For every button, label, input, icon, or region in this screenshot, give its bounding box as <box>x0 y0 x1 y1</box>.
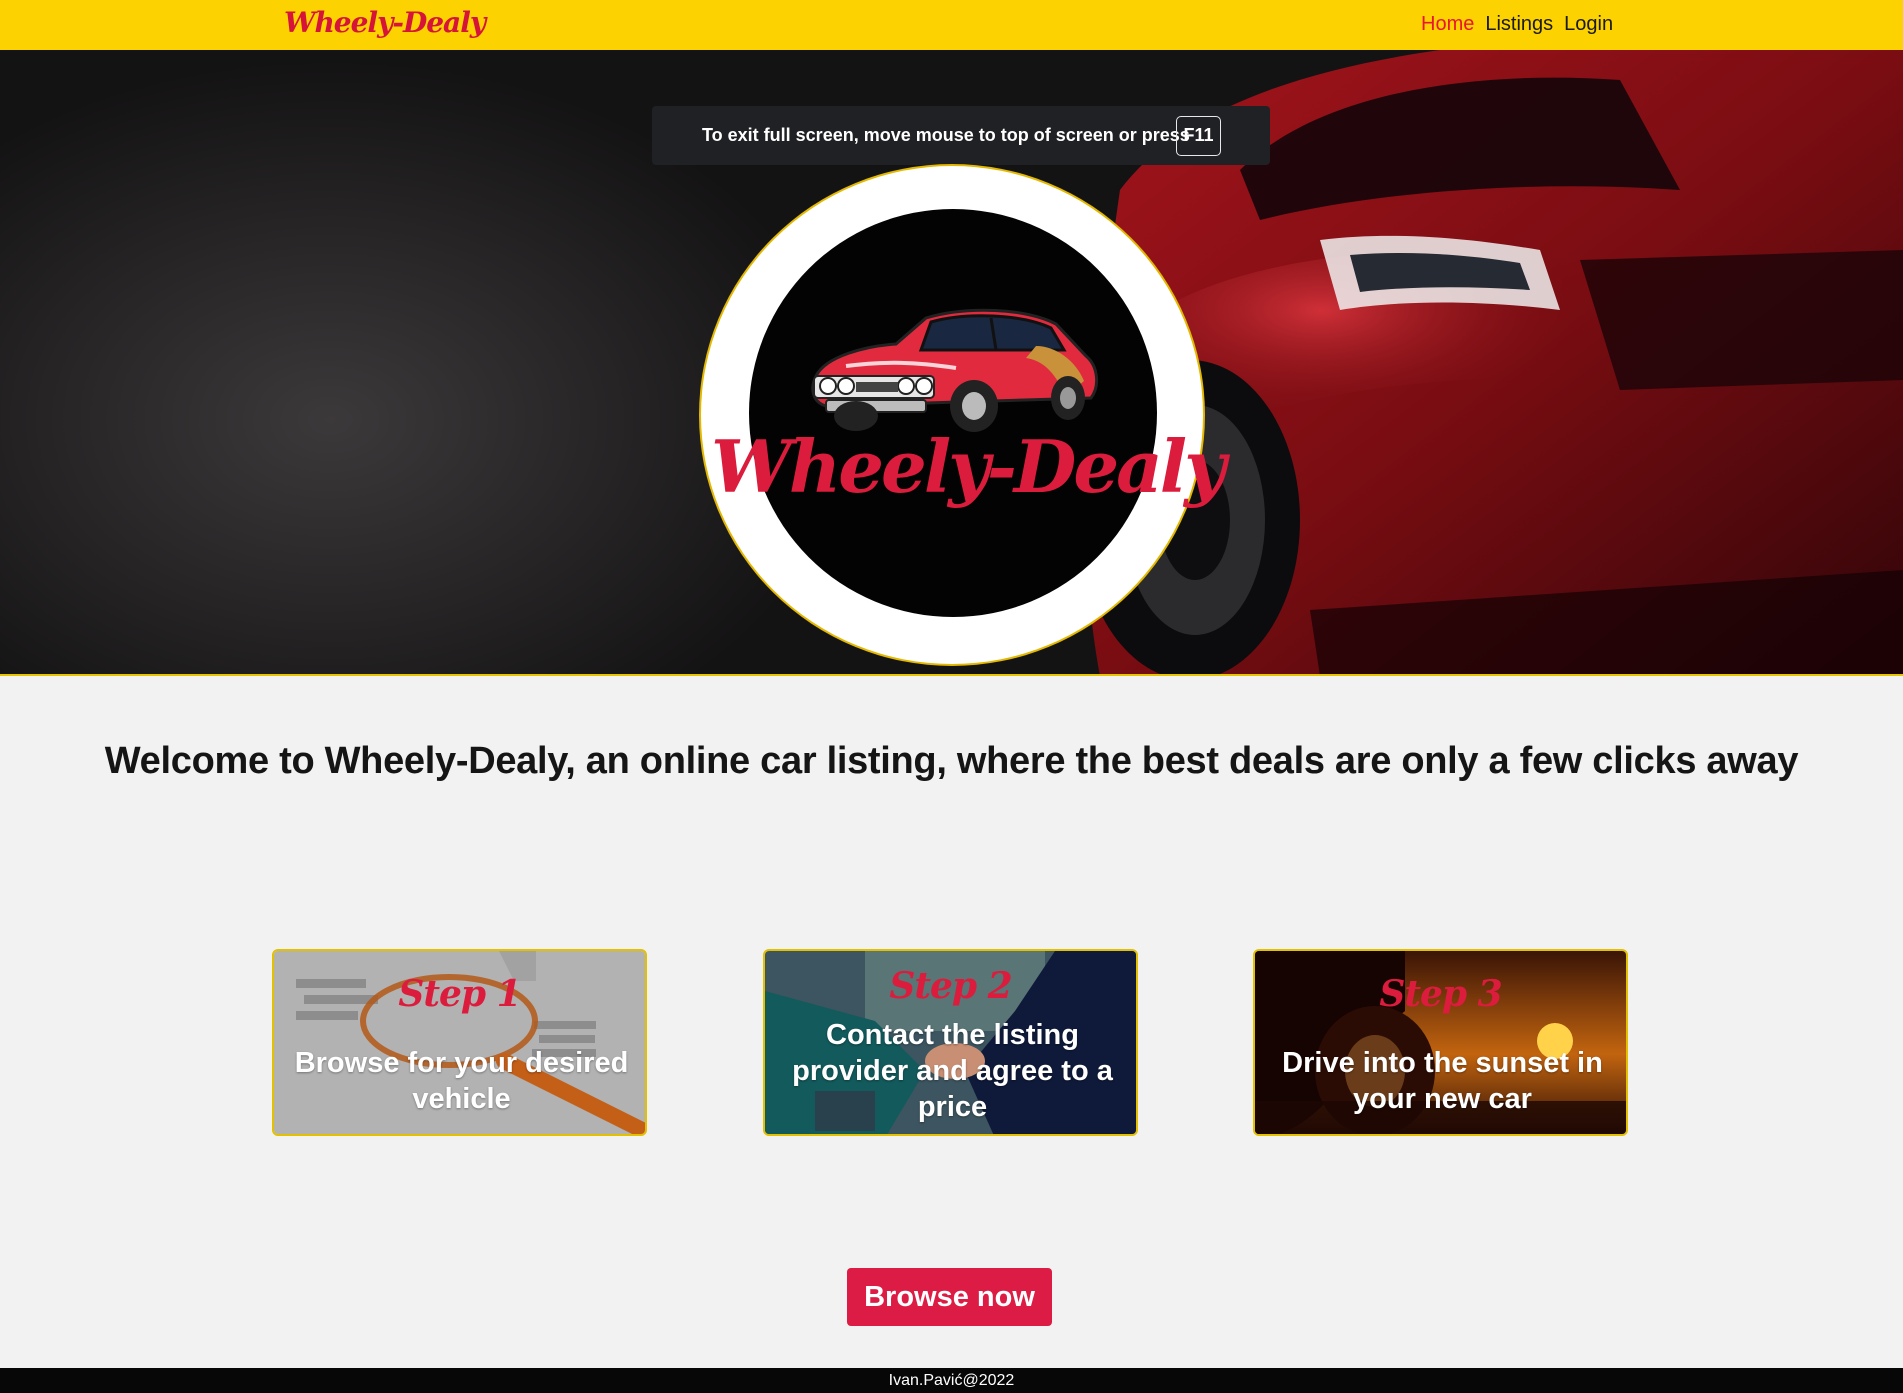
step-1-description: Browse for your desired vehicle <box>294 1047 629 1115</box>
step-card-1: Step 1 Browse for your desired vehicle <box>272 949 647 1136</box>
step-2-label: Step 2 <box>889 965 1012 1007</box>
step-3-label: Step 3 <box>1379 973 1502 1015</box>
fullscreen-message: To exit full screen, move mouse to top o… <box>702 125 1190 145</box>
hero-banner: To exit full screen, move mouse to top o… <box>0 50 1903 676</box>
browse-now-button[interactable]: Browse now <box>847 1268 1052 1326</box>
footer: Ivan.Pavić@2022 <box>0 1368 1903 1393</box>
hero-logo-text: Wheely-Dealy <box>711 424 1226 509</box>
brand-logo-link[interactable]: Wheely-Dealy <box>284 6 486 39</box>
f11-key: F11 <box>1176 116 1221 156</box>
muscle-car-icon <box>811 308 1099 432</box>
step-card-3: Step 3 Drive into the sunset in your new… <box>1253 949 1628 1136</box>
nav-link-listings[interactable]: Listings <box>1485 13 1553 36</box>
nav-links: Home Listings Login <box>1421 13 1613 36</box>
navbar: Wheely-Dealy Home Listings Login <box>0 0 1903 50</box>
welcome-heading: Welcome to Wheely-Dealy, an online car l… <box>104 740 1799 782</box>
footer-copyright: Ivan.Pavić@2022 <box>888 1372 1015 1389</box>
nav-link-home[interactable]: Home <box>1421 13 1474 36</box>
step-card-2: Step 2 Contact the listing provider and … <box>763 949 1138 1136</box>
step-3-description: Drive into the sunset in your new car <box>1282 1047 1603 1115</box>
nav-link-login[interactable]: Login <box>1564 13 1613 36</box>
hero-logo: Wheely-Dealy <box>699 164 1226 666</box>
step-1-label: Step 1 <box>398 973 521 1015</box>
fullscreen-toast: To exit full screen, move mouse to top o… <box>652 106 1270 165</box>
step-2-description: Contact the listing provider and agree t… <box>792 1019 1113 1123</box>
